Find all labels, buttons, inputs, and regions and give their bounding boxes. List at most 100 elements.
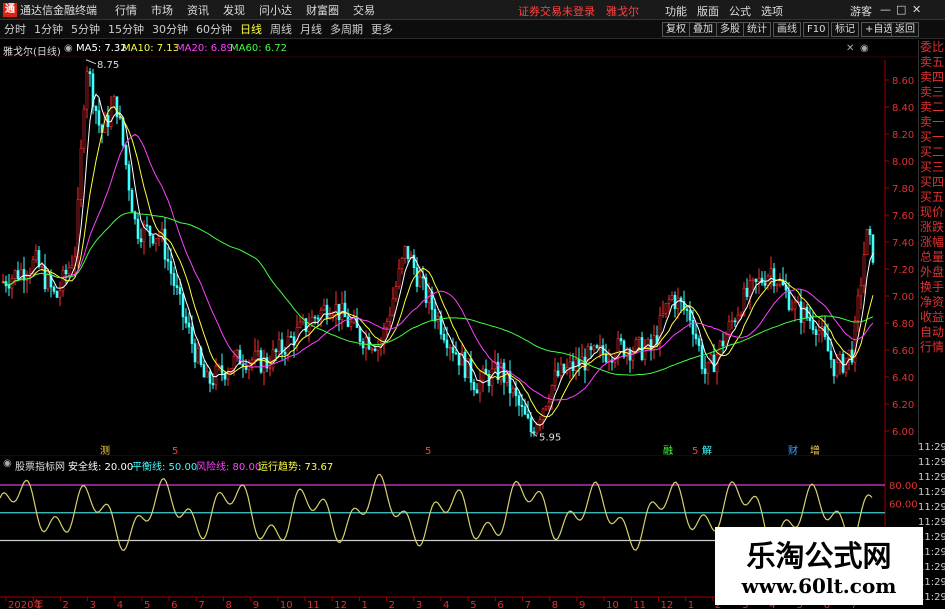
candle-body (289, 336, 293, 338)
draw-line-button[interactable]: 画线 (773, 22, 801, 37)
side-item-turnover[interactable]: 换手 (919, 280, 945, 295)
candle-body (727, 321, 731, 336)
menu-ask[interactable]: 问小达 (259, 2, 292, 18)
candle-body (817, 330, 821, 336)
candle-body (214, 365, 218, 386)
candle-body (343, 302, 347, 318)
side-item-sell5[interactable]: 卖五 (919, 55, 945, 70)
back-button[interactable]: 返回 (891, 22, 919, 37)
side-item-earnings[interactable]: 收益 (919, 310, 945, 325)
side-item-auto[interactable]: 自动 (919, 325, 945, 340)
period-tab-daily[interactable]: 日线 (240, 21, 262, 37)
menu-wealth[interactable]: 财富圈 (306, 2, 339, 18)
side-item-outer[interactable]: 外盘 (919, 265, 945, 280)
maximize-icon[interactable]: □ (896, 3, 906, 16)
candle-body (535, 423, 539, 434)
period-tab-monthly[interactable]: 月线 (300, 21, 322, 37)
side-item-weibi[interactable]: 委比 (919, 40, 945, 55)
period-tab-timeshare[interactable]: 分时 (4, 21, 26, 37)
period-tab-15min[interactable]: 15分钟 (108, 21, 144, 37)
chart-settings-icon[interactable]: ◉ (64, 43, 73, 54)
indicator-settings-icon[interactable]: ◉ (3, 458, 12, 469)
menu-quotes[interactable]: 行情 (115, 2, 137, 18)
adjust-button[interactable]: 复权 (662, 22, 690, 37)
side-item-volume[interactable]: 总量 (919, 250, 945, 265)
time-entry: 11:29 (918, 502, 945, 513)
period-tab-60min[interactable]: 60分钟 (196, 21, 232, 37)
ma10-line (2, 105, 874, 418)
period-tab-weekly[interactable]: 周线 (270, 21, 292, 37)
menu-options[interactable]: 选项 (761, 3, 783, 19)
chart-close-icon[interactable]: ✕ (846, 43, 854, 54)
candle-body (454, 352, 458, 355)
menu-trade[interactable]: 交易 (353, 2, 375, 18)
candle-body (685, 308, 689, 311)
side-item-buy4[interactable]: 买四 (919, 175, 945, 190)
side-item-sell1[interactable]: 卖一 (919, 115, 945, 130)
menu-formula[interactable]: 公式 (729, 3, 751, 19)
side-item-sell2[interactable]: 卖二 (919, 100, 945, 115)
candle-body (586, 346, 590, 371)
period-tab-multi[interactable]: 多周期 (330, 21, 363, 37)
candle-body (529, 417, 533, 433)
multi-stock-button[interactable]: 多股 (716, 22, 744, 37)
side-item-price[interactable]: 现价 (919, 205, 945, 220)
indicator-tick-label: 80.00 (889, 481, 918, 492)
menu-discover[interactable]: 发现 (223, 2, 245, 18)
minimize-icon[interactable]: — (880, 3, 891, 16)
guest-user[interactable]: 游客 (850, 3, 872, 19)
risk-line-label: 风险线: 80.00 (196, 462, 262, 473)
login-warning[interactable]: 证券交易未登录 (518, 3, 595, 19)
price-chart-svg[interactable]: 8.60 8.40 8.20 8.00 7.80 7.60 7.40 7.20 7.00 6.80… (0, 40, 945, 457)
candle-body (451, 347, 455, 354)
candle-body (457, 353, 461, 366)
side-item-sell3[interactable]: 卖三 (919, 85, 945, 100)
period-tab-30min[interactable]: 30分钟 (152, 21, 188, 37)
x-tick-label: 12 (661, 600, 674, 609)
candle-body (697, 338, 701, 346)
candle-body (211, 383, 215, 386)
candle-body (178, 287, 182, 295)
candle-body (364, 337, 368, 349)
x-tick-label: 5 (470, 600, 476, 609)
candle-body (331, 314, 335, 317)
mark-button[interactable]: 标记 (831, 22, 859, 37)
menu-market[interactable]: 市场 (151, 2, 173, 18)
period-tab-more[interactable]: 更多 (371, 21, 393, 37)
side-item-change[interactable]: 涨跌 (919, 220, 945, 235)
candle-body (349, 321, 353, 327)
time-entry: 11:29 (918, 457, 945, 468)
candle-body (13, 270, 17, 279)
f10-button[interactable]: F10 (803, 22, 830, 37)
event-marker: 融 (663, 445, 673, 455)
x-tick-label: 1 (688, 600, 694, 609)
side-item-change-pct[interactable]: 涨幅 (919, 235, 945, 250)
close-icon[interactable]: ✕ (912, 3, 921, 16)
period-tab-1min[interactable]: 1分钟 (34, 21, 63, 37)
y-tick-label: 8.60 (892, 76, 914, 87)
overlay-button[interactable]: 叠加 (689, 22, 717, 37)
side-item-buy3[interactable]: 买三 (919, 160, 945, 175)
price-chart[interactable]: 8.60 8.40 8.20 8.00 7.80 7.60 7.40 7.20 7.00 6.80… (0, 40, 945, 457)
chart-expand-icon[interactable]: ◉ (860, 43, 869, 54)
x-tick-label: 8 (226, 600, 232, 609)
menu-layout[interactable]: 版面 (697, 3, 719, 19)
event-marker: 财 (788, 444, 798, 455)
menu-news[interactable]: 资讯 (187, 2, 209, 18)
candle-body (763, 282, 767, 286)
side-item-sell4[interactable]: 卖四 (919, 70, 945, 85)
statistics-button[interactable]: 统计 (743, 22, 771, 37)
candle-body (523, 406, 527, 415)
candle-body (754, 278, 758, 282)
candle-body (643, 347, 647, 360)
x-tick-label: 7 (525, 600, 531, 609)
side-item-buy2[interactable]: 买二 (919, 145, 945, 160)
side-item-buy5[interactable]: 买五 (919, 190, 945, 205)
side-item-net-assets[interactable]: 净资 (919, 295, 945, 310)
side-item-buy1[interactable]: 买一 (919, 130, 945, 145)
menu-function[interactable]: 功能 (665, 3, 687, 19)
side-item-quotes[interactable]: 行情 (919, 340, 945, 355)
candle-body (346, 316, 350, 327)
candle-body (283, 351, 287, 355)
period-tab-5min[interactable]: 5分钟 (71, 21, 100, 37)
